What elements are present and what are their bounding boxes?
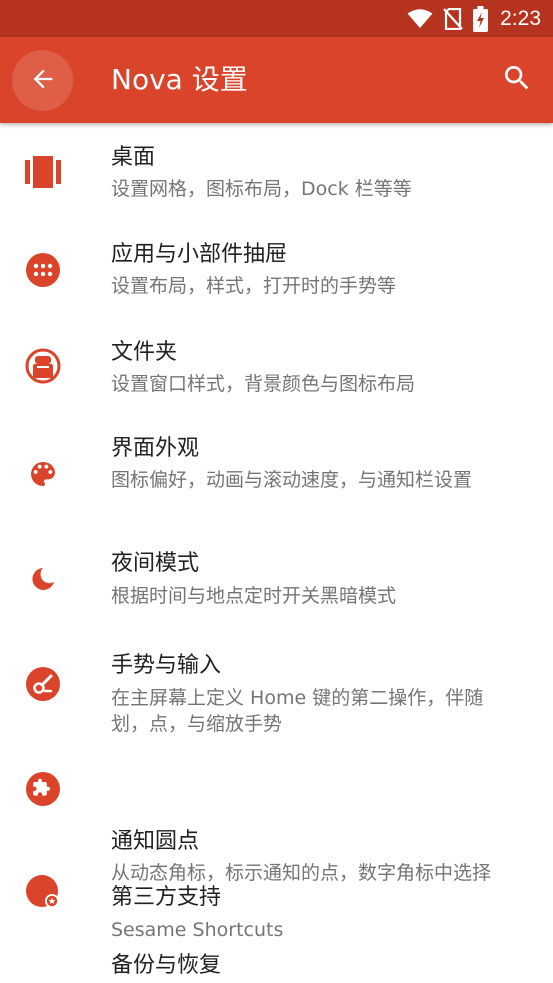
puzzle-icon — [23, 769, 63, 809]
settings-item-desktop[interactable]: 桌面 设置网格，图标布局，Dock 栏等等 — [0, 123, 553, 221]
settings-item-subtitle: 从动态角标，标示通知的点，数字角标中选择 — [111, 862, 492, 884]
moon-icon — [23, 559, 63, 599]
settings-item-night-mode[interactable]: 夜间模式 根据时间与地点定时开关黑暗模式 — [0, 537, 553, 637]
settings-item-subtitle: 设置布局，样式，打开时的手势等 — [111, 275, 397, 297]
page-title: Nova 设置 — [111, 63, 248, 96]
notification-badge-icon — [23, 872, 63, 912]
search-icon — [501, 62, 533, 98]
app-bar: Nova 设置 — [0, 37, 553, 123]
settings-item-title: 应用与小部件抽屉 — [111, 242, 288, 267]
status-icons: 2:23 — [407, 0, 541, 37]
folder-icon — [23, 346, 63, 386]
battery-charging-icon — [473, 5, 489, 32]
settings-item-app-drawer[interactable]: 应用与小部件抽屉 设置布局，样式，打开时的手势等 — [0, 221, 553, 319]
status-bar: 2:23 — [0, 0, 553, 37]
no-sim-icon — [443, 7, 463, 30]
settings-item-folder[interactable]: 文件夹 设置窗口样式，背景颜色与图标布局 — [0, 319, 553, 417]
settings-item-subtitle: 图标偏好，动画与滚动速度，与通知栏设置 — [111, 469, 473, 491]
desktop-icon — [23, 152, 63, 192]
search-button[interactable] — [497, 60, 537, 100]
settings-item-subtitle: 根据时间与地点定时开关黑暗模式 — [111, 585, 397, 607]
settings-item-title: 文件夹 — [111, 340, 178, 365]
app-drawer-icon — [23, 250, 63, 290]
settings-item-third-party[interactable]: 第三方支持 Sesame Shortcuts — [0, 757, 553, 941]
arrow-left-icon — [29, 65, 57, 97]
settings-item-title: 桌面 — [111, 145, 156, 170]
settings-item-appearance[interactable]: 界面外观 图标偏好，动画与滚动速度，与通知栏设置 — [0, 417, 553, 537]
settings-item-subtitle: 在主屏幕上定义 Home 键的第二操作，伴随划，点，与缩放手势 — [111, 687, 484, 735]
settings-item-title: 通知圆点 — [111, 829, 200, 854]
status-time: 2:23 — [500, 6, 541, 30]
settings-item-title: 界面外观 — [111, 436, 200, 461]
settings-item-subtitle: 设置网格，图标布局，Dock 栏等等 — [111, 178, 412, 200]
palette-icon — [23, 454, 63, 494]
settings-item-notification-dots[interactable]: 通知圆点 从动态角标，标示通知的点，数字角标中选择 — [0, 829, 553, 965]
settings-item-title: 夜间模式 — [111, 551, 200, 576]
gesture-icon — [23, 664, 63, 704]
settings-item-title: 备份与恢复 — [111, 953, 222, 978]
back-button[interactable] — [12, 50, 73, 111]
settings-item-subtitle: 设置窗口样式，背景颜色与图标布局 — [111, 373, 416, 395]
settings-item-gestures[interactable]: 手势与输入 在主屏幕上定义 Home 键的第二操作，伴随划，点，与缩放手势 — [0, 637, 553, 757]
settings-list: 桌面 设置网格，图标布局，Dock 栏等等 应用与小部件抽屉 设置布局，样式，打… — [0, 123, 553, 983]
settings-item-title: 手势与输入 — [111, 653, 222, 678]
settings-item-backup[interactable]: 备份与恢复 — [0, 953, 553, 983]
wifi-icon — [407, 8, 433, 29]
